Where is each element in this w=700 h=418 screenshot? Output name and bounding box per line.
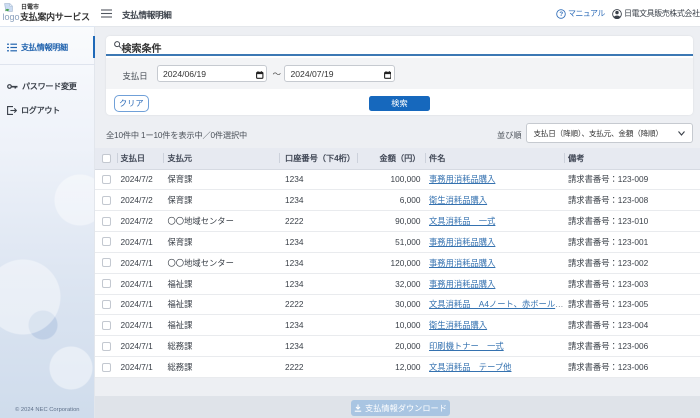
- svg-text:?: ?: [559, 11, 563, 18]
